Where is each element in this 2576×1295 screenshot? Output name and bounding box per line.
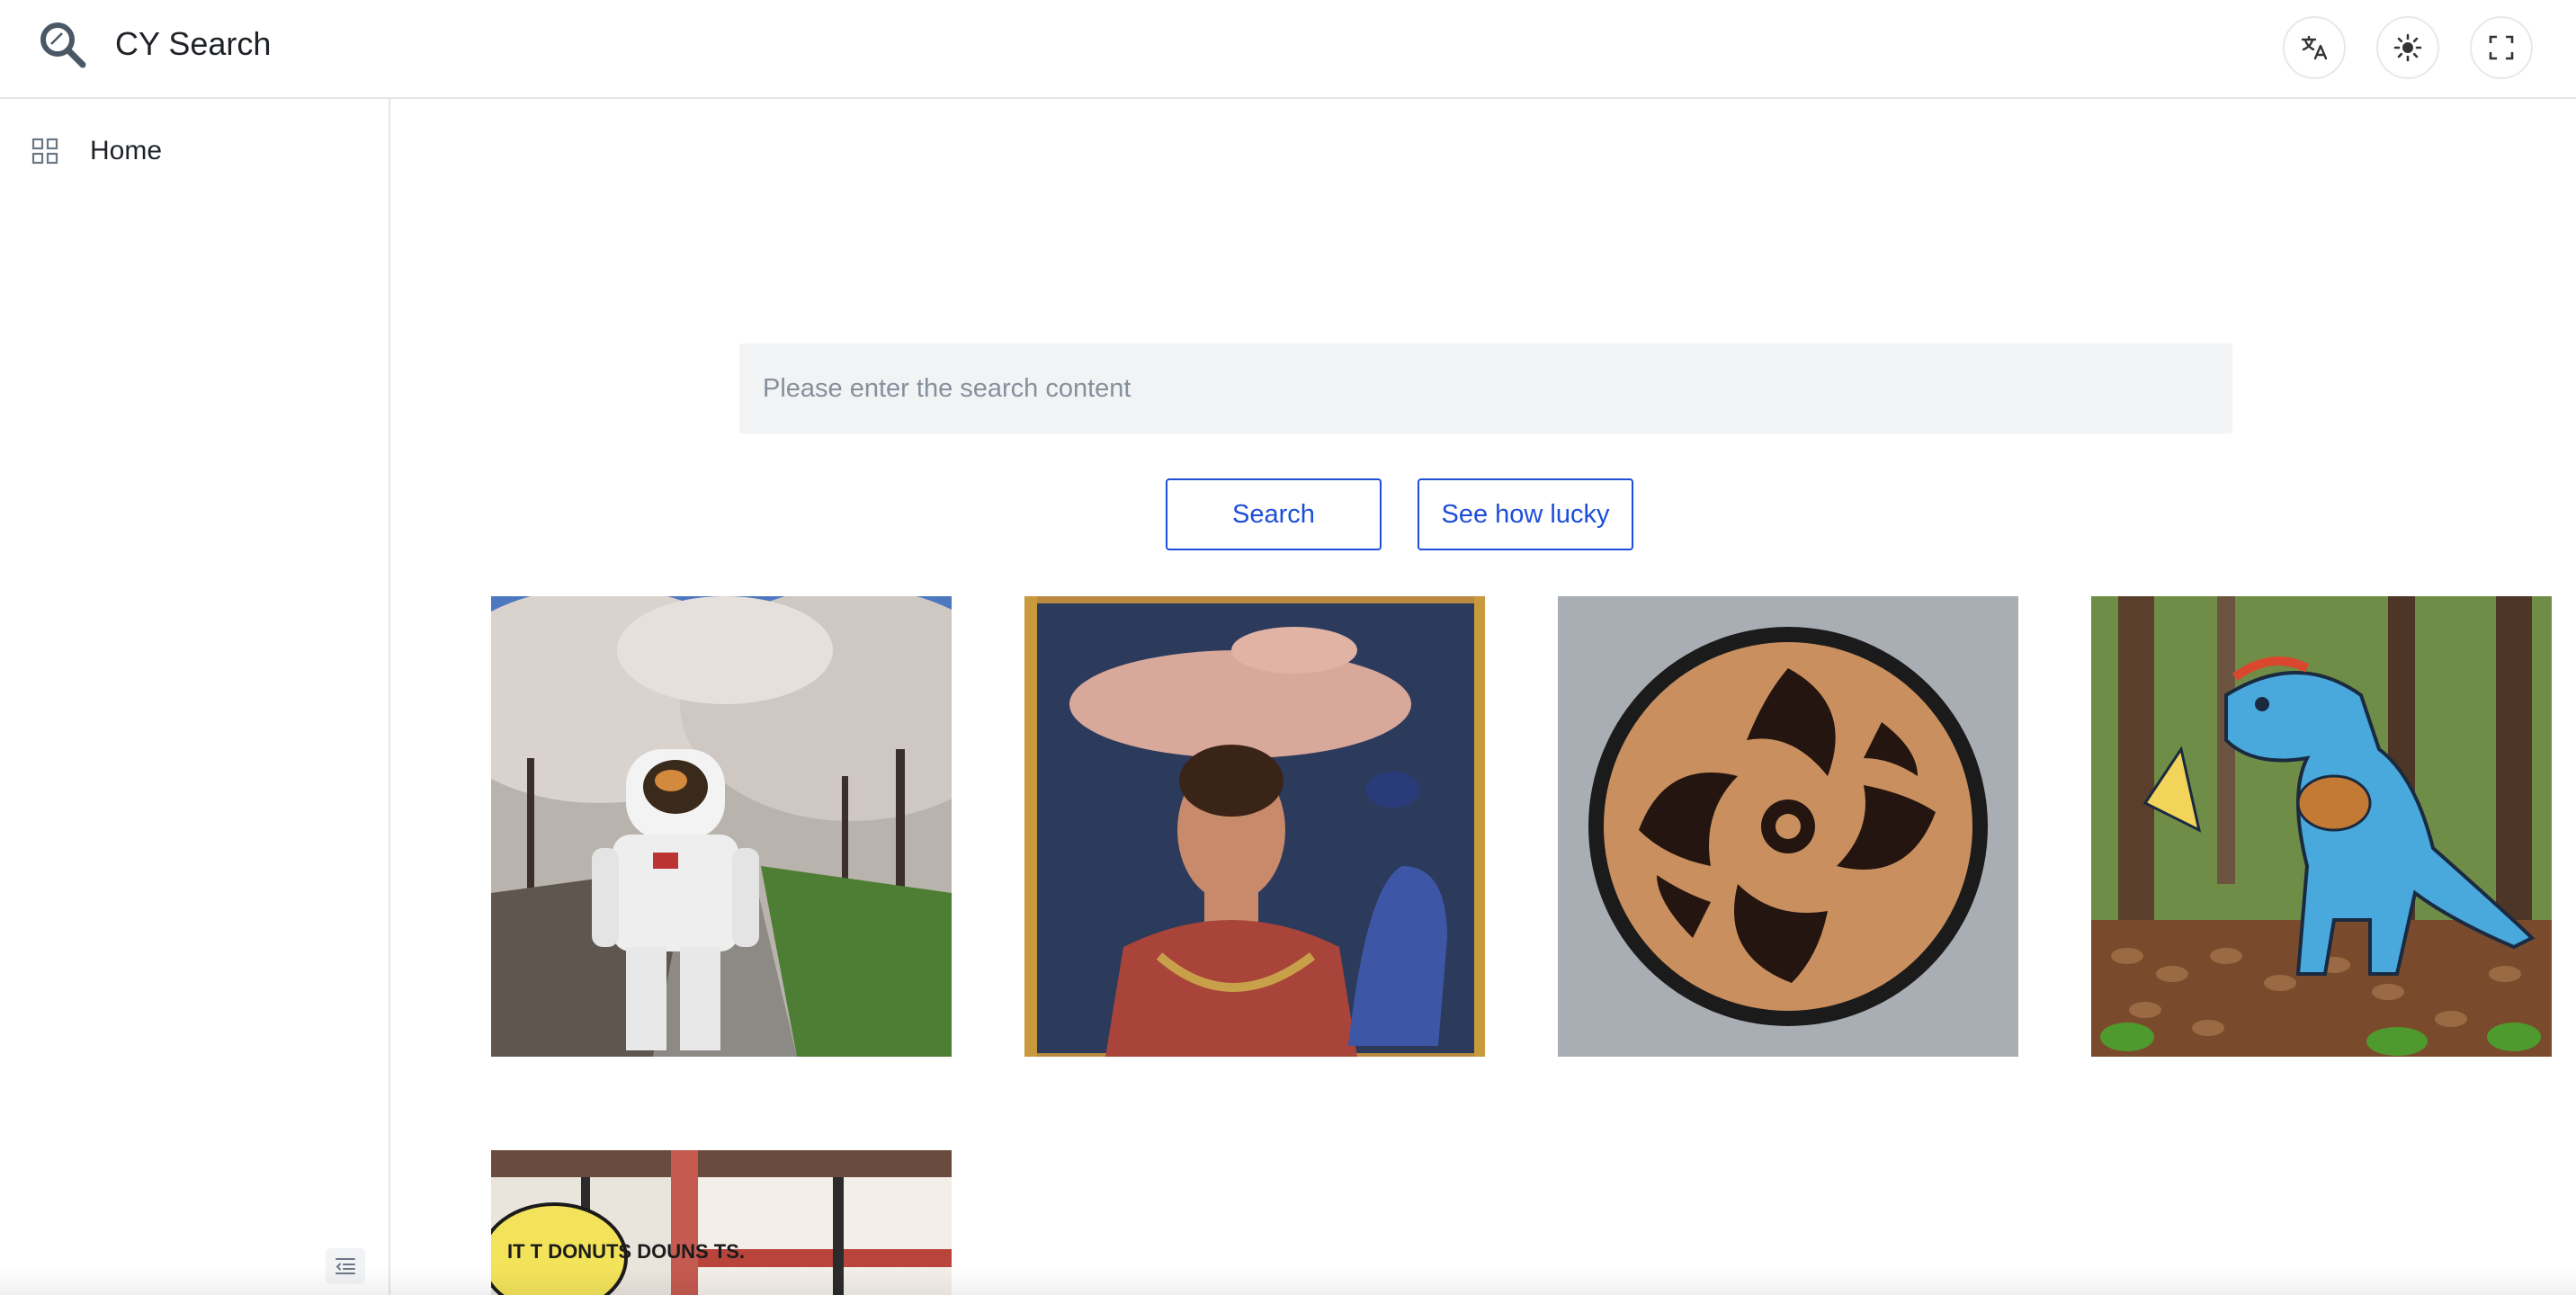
sidebar-collapse-button[interactable]: [326, 1248, 365, 1284]
fullscreen-icon: [2489, 35, 2514, 60]
sidebar-item-home[interactable]: Home: [0, 119, 389, 182]
magnifier-logo-icon: [40, 22, 86, 68]
astronaut-image: [491, 596, 952, 1057]
portrait-painting-image: [1024, 596, 1485, 1057]
theme-toggle-button[interactable]: [2376, 16, 2439, 79]
sidebar: Home: [0, 99, 390, 1295]
speech-bubble-text: IT T DONUTS DOUNS TS.: [507, 1240, 745, 1263]
grid-icon: [31, 138, 58, 165]
sidebar-item-label: Home: [90, 136, 163, 165]
result-image[interactable]: [491, 596, 952, 1057]
blue-dinosaur-image: [2091, 596, 2552, 1057]
result-image[interactable]: [1024, 596, 1485, 1057]
search-input[interactable]: [739, 344, 2232, 433]
app-title: CY Search: [115, 25, 272, 62]
top-header: CY Search: [0, 0, 2576, 99]
wooden-disc-image: [1558, 596, 2018, 1057]
fullscreen-button[interactable]: [2470, 16, 2533, 79]
translate-icon: [2301, 35, 2328, 60]
see-how-lucky-button[interactable]: See how lucky: [1418, 478, 1633, 550]
result-image[interactable]: [1558, 596, 2018, 1057]
main-content: Search See how lucky: [392, 101, 2576, 1295]
collapse-menu-icon: [335, 1258, 355, 1274]
theme-sun-icon: [2393, 33, 2422, 62]
result-image[interactable]: [2091, 596, 2552, 1057]
donut-shop-image: IT T DONUTS DOUNS TS.: [491, 1150, 952, 1295]
language-button[interactable]: [2283, 16, 2346, 79]
search-button[interactable]: Search: [1166, 478, 1382, 550]
result-image[interactable]: IT T DONUTS DOUNS TS.: [491, 1150, 952, 1295]
